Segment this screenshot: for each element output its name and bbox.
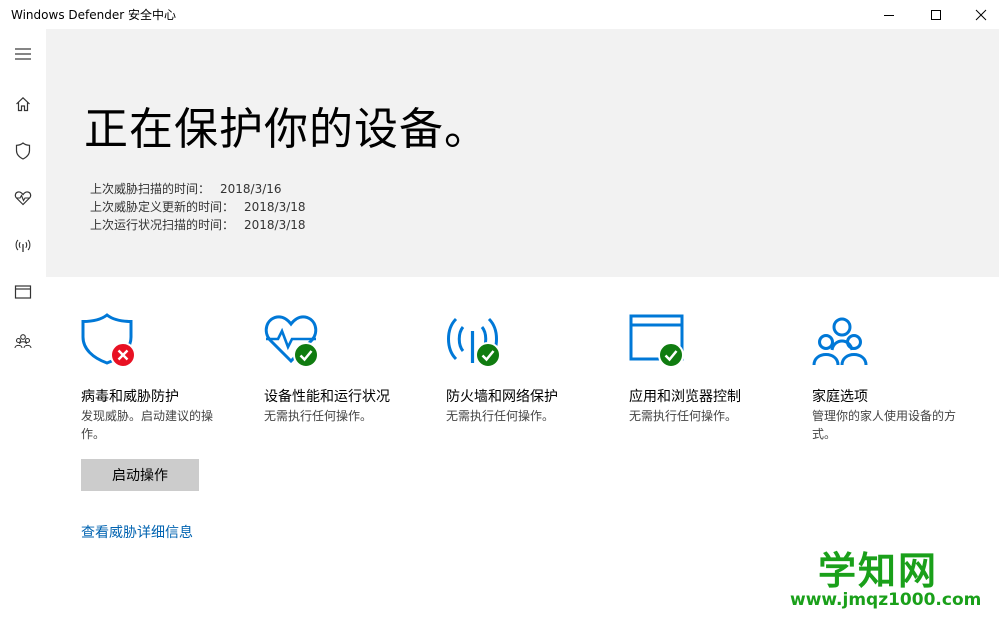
heart-pulse-icon (14, 191, 32, 206)
window-title: Windows Defender 安全中心 (11, 8, 176, 22)
scan-label: 上次威胁扫描的时间： (90, 182, 211, 196)
scan-label: 上次威胁定义更新的时间： (90, 200, 235, 214)
card-title: 应用和浏览器控制 (629, 389, 741, 405)
watermark: 学知网 www.jmqz1000.com (790, 540, 990, 615)
close-button[interactable] (958, 0, 999, 29)
card-status: 无需执行任何操作。 (629, 409, 738, 423)
minimize-icon (884, 14, 894, 16)
card-device-health[interactable]: 设备性能和运行状况 无需执行任何操作。 (264, 313, 424, 423)
watermark-url: www.jmqz1000.com (790, 590, 982, 610)
sidebar-item-app-browser[interactable] (0, 272, 46, 312)
card-status: 无需执行任何操作。 (264, 409, 373, 423)
sidebar-item-menu[interactable] (0, 34, 46, 74)
card-title: 病毒和威胁防护 (81, 389, 179, 405)
last-definition-update: 上次威胁定义更新的时间： 2018/3/18 (90, 198, 306, 215)
card-icon (81, 313, 141, 369)
hamburger-menu-icon (15, 48, 31, 60)
card-title: 防火墙和网络保护 (446, 389, 558, 405)
home-icon (16, 96, 30, 112)
card-family-options[interactable]: 家庭选项 管理你的家人使用设备的方式。 (812, 313, 972, 441)
minimize-button[interactable] (866, 0, 912, 29)
card-title: 设备性能和运行状况 (264, 389, 390, 405)
card-virus-threat-protection[interactable]: 病毒和威胁防护 发现威胁。启动建议的操作。 (81, 313, 241, 441)
wireless-icon (15, 239, 31, 252)
browser-window-icon (14, 285, 32, 299)
view-threat-details-link[interactable]: 查看威胁详细信息 (81, 522, 193, 542)
card-status: 管理你的家人使用设备的方式。 (812, 409, 957, 441)
card-firewall-network[interactable]: 防火墙和网络保护 无需执行任何操作。 (446, 313, 606, 423)
title-bar: Windows Defender 安全中心 (0, 0, 999, 29)
sidebar-item-virus-protection[interactable] (0, 131, 46, 171)
last-threat-scan: 上次威胁扫描的时间： 2018/3/16 (90, 180, 282, 197)
check-badge-icon (475, 342, 501, 368)
scan-value: 2018/3/18 (244, 200, 306, 214)
scan-value: 2018/3/18 (244, 218, 306, 232)
card-app-browser-control[interactable]: 应用和浏览器控制 无需执行任何操作。 (629, 313, 789, 423)
card-icon (446, 313, 506, 369)
card-icon (629, 313, 689, 369)
sidebar-item-firewall[interactable] (0, 225, 46, 265)
sidebar-item-home[interactable] (0, 84, 46, 124)
watermark-brand: 学知网 (817, 549, 938, 593)
scan-value: 2018/3/16 (220, 182, 282, 196)
family-icon (812, 317, 868, 366)
start-actions-button[interactable]: 启动操作 (81, 459, 199, 491)
close-icon (975, 9, 987, 20)
sidebar (0, 29, 46, 617)
error-badge-icon (110, 342, 136, 368)
sidebar-item-family[interactable] (0, 321, 46, 361)
maximize-button[interactable] (913, 0, 959, 29)
last-health-scan: 上次运行状况扫描的时间： 2018/3/18 (90, 216, 306, 233)
scan-label: 上次运行状况扫描的时间： (90, 218, 235, 232)
check-badge-icon (293, 342, 319, 368)
maximize-icon (931, 9, 941, 20)
card-icon (264, 313, 324, 369)
family-icon (14, 334, 32, 349)
card-status: 无需执行任何操作。 (446, 409, 555, 423)
card-icon (812, 313, 872, 369)
card-title: 家庭选项 (812, 389, 868, 405)
page-title: 正在保护你的设备。 (84, 104, 489, 155)
check-badge-icon (658, 342, 684, 368)
status-hero: 正在保护你的设备。 上次威胁扫描的时间： 2018/3/16 上次威胁定义更新的时… (46, 29, 999, 277)
card-status: 发现威胁。启动建议的操作。 (81, 409, 214, 441)
sidebar-item-device-health[interactable] (0, 178, 46, 218)
shield-icon (15, 142, 31, 160)
